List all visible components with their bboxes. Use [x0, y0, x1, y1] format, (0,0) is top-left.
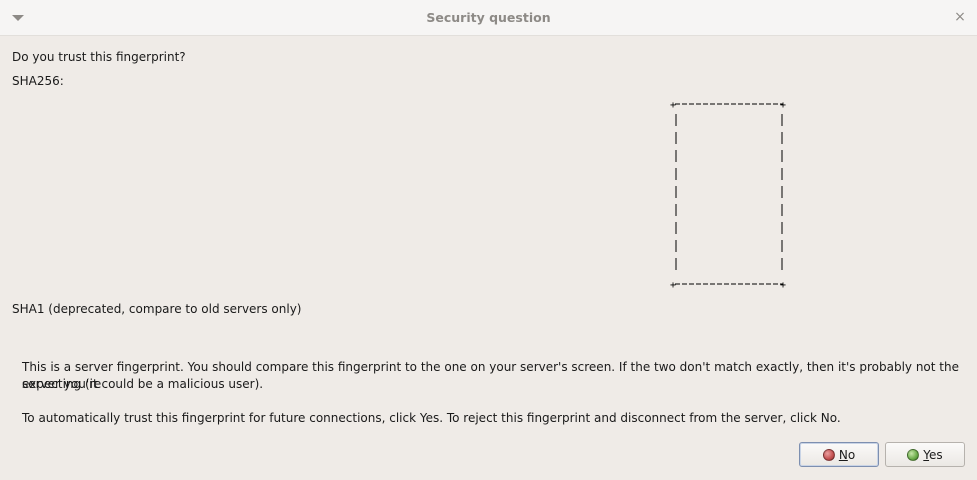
sha1-label: SHA1 (deprecated, compare to old servers… — [12, 302, 302, 316]
svg-text:+: + — [670, 280, 676, 290]
title-bar: Security question × — [0, 0, 977, 36]
svg-text:+: + — [780, 100, 786, 111]
no-button-label: No — [838, 447, 856, 462]
yes-button[interactable]: Yes — [885, 442, 965, 467]
no-button[interactable]: No — [799, 442, 879, 467]
svg-text:+: + — [780, 280, 786, 290]
close-icon[interactable]: × — [953, 10, 967, 24]
question-label: Do you trust this fingerprint? — [12, 50, 186, 64]
svg-text:+: + — [670, 100, 676, 111]
yes-button-label: Yes — [923, 447, 943, 462]
info-text-line3: To automatically trust this fingerprint … — [22, 411, 841, 425]
green-dot-icon — [907, 448, 920, 461]
window-title: Security question — [426, 10, 551, 25]
info-text-line2: expecting (it could be a malicious user)… — [22, 377, 264, 391]
red-dot-icon — [822, 448, 835, 461]
sha256-label: SHA256: — [12, 74, 64, 88]
fingerprint-randomart: + + + + — [670, 100, 786, 290]
